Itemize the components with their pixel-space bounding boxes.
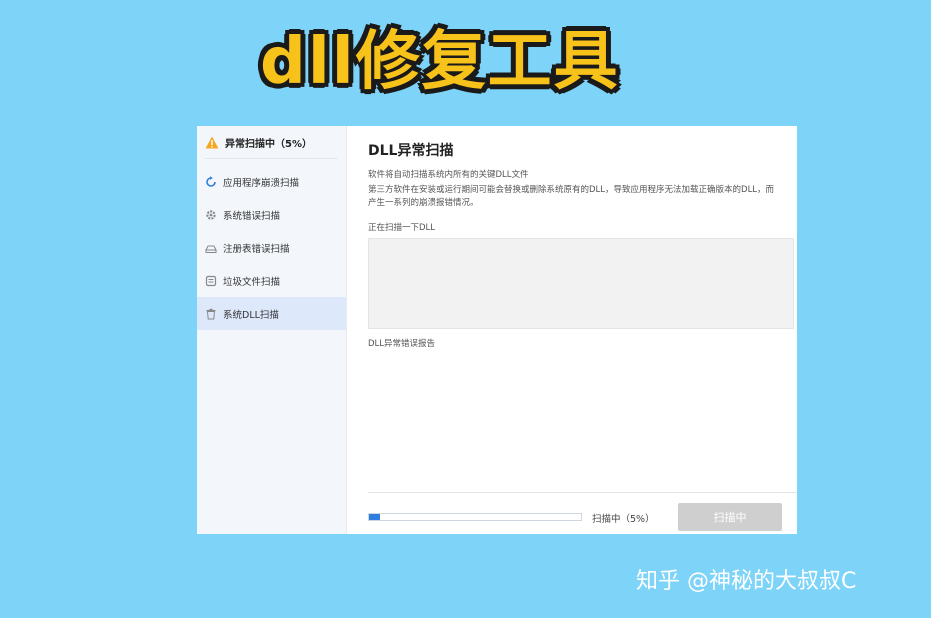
sidebar-item-label: 应用程序崩溃扫描 xyxy=(223,177,300,189)
progress-fill xyxy=(369,514,380,520)
file-icon xyxy=(205,275,217,287)
banner-title: dll修复工具 xyxy=(260,25,620,99)
sidebar-item-system-dll[interactable]: 系统DLL扫描 xyxy=(197,297,346,330)
gear-icon xyxy=(205,209,217,221)
divider xyxy=(368,492,796,493)
app-window: 异常扫描中（5%） 应用程序崩溃扫描 系统错误扫描 注册表错误扫描 垃圾文件扫描 xyxy=(197,126,797,534)
sidebar-item-junk-files[interactable]: 垃圾文件扫描 xyxy=(197,264,346,297)
sidebar-item-label: 系统错误扫描 xyxy=(223,210,281,222)
progress-bar xyxy=(368,513,582,521)
main-content: DLL异常扫描 软件将自动扫描系统内所有的关键DLL文件 第三方软件在安装或运行… xyxy=(347,126,797,534)
sidebar-item-system-error[interactable]: 系统错误扫描 xyxy=(197,198,346,231)
page-title: DLL异常扫描 xyxy=(368,143,454,159)
scan-status-text: 异常扫描中（5%） xyxy=(225,138,312,150)
sidebar-item-registry[interactable]: 注册表错误扫描 xyxy=(197,231,346,264)
drive-icon xyxy=(205,242,217,254)
sidebar: 异常扫描中（5%） 应用程序崩溃扫描 系统错误扫描 注册表错误扫描 垃圾文件扫描 xyxy=(197,126,347,534)
sidebar-item-label: 注册表错误扫描 xyxy=(223,243,290,255)
description-detail: 第三方软件在安装或运行期间可能会替换或删除系统原有的DLL，导致应用程序无法加载… xyxy=(368,185,775,208)
scan-section-label: 正在扫描一下DLL xyxy=(368,223,436,233)
progress-text: 扫描中（5%） xyxy=(592,514,655,525)
watermark: 知乎 @神秘的大叔叔C xyxy=(636,569,857,594)
report-section-label: DLL异常错误报告 xyxy=(368,339,436,349)
description-line: 软件将自动扫描系统内所有的关键DLL文件 xyxy=(368,170,529,180)
sidebar-item-app-crash[interactable]: 应用程序崩溃扫描 xyxy=(197,165,346,198)
trash-icon xyxy=(205,308,217,320)
refresh-icon xyxy=(205,175,217,188)
scan-button[interactable]: 扫描中 xyxy=(678,503,782,531)
scan-output-box[interactable] xyxy=(368,238,794,329)
warning-icon xyxy=(205,136,219,149)
scan-status-header: 异常扫描中（5%） xyxy=(205,126,338,159)
sidebar-item-label: 系统DLL扫描 xyxy=(223,309,279,321)
sidebar-item-label: 垃圾文件扫描 xyxy=(223,276,281,288)
